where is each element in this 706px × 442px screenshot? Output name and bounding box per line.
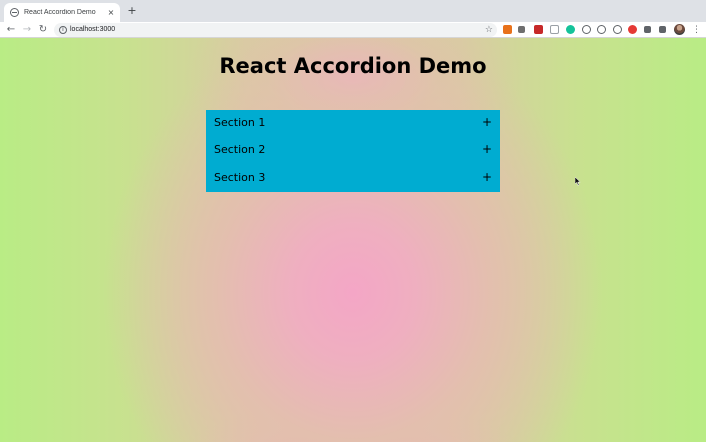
ext-orange-icon[interactable] bbox=[503, 25, 512, 34]
bookmark-star-icon[interactable]: ☆ bbox=[485, 23, 493, 37]
reload-button[interactable]: ↻ bbox=[36, 23, 50, 37]
reading-list-icon[interactable] bbox=[659, 26, 666, 33]
tab-strip: React Accordion Demo × + bbox=[0, 0, 706, 22]
browser-tab[interactable]: React Accordion Demo × bbox=[4, 3, 120, 22]
accordion-section-label: Section 1 bbox=[214, 116, 266, 129]
accordion: Section 1 + Section 2 + Section 3 + bbox=[206, 110, 500, 192]
accordion-section-label: Section 2 bbox=[214, 143, 266, 157]
page-viewport: React Accordion Demo Section 1 + Section… bbox=[0, 38, 706, 442]
new-tab-button[interactable]: + bbox=[126, 5, 138, 17]
browser-menu-icon[interactable]: ⋮ bbox=[692, 23, 701, 37]
accordion-section-label: Section 3 bbox=[214, 170, 266, 184]
expand-plus-icon[interactable]: + bbox=[482, 170, 492, 184]
forward-button[interactable]: → bbox=[20, 23, 34, 37]
url-text[interactable]: localhost:3000 bbox=[70, 24, 115, 36]
page-title: React Accordion Demo bbox=[219, 54, 487, 78]
back-button[interactable]: ← bbox=[4, 23, 18, 37]
address-bar[interactable]: i localhost:3000 ☆ bbox=[54, 23, 497, 37]
accordion-section-3[interactable]: Section 3 + bbox=[206, 165, 500, 192]
mouse-cursor-icon bbox=[575, 177, 581, 186]
accordion-section-2[interactable]: Section 2 + bbox=[206, 137, 500, 164]
puzzle-icon[interactable] bbox=[644, 26, 651, 33]
ext-shield-icon[interactable] bbox=[613, 25, 622, 34]
browser-toolbar: ← → ↻ i localhost:3000 ☆ ⋮ bbox=[0, 22, 706, 38]
close-tab-icon[interactable]: × bbox=[106, 8, 116, 17]
expand-plus-icon[interactable]: + bbox=[482, 115, 492, 129]
ext-check-icon[interactable] bbox=[597, 25, 606, 34]
info-icon[interactable]: i bbox=[59, 26, 67, 34]
ext-red-square-icon[interactable] bbox=[534, 25, 543, 34]
expand-plus-icon[interactable]: + bbox=[482, 142, 492, 156]
accordion-section-1[interactable]: Section 1 + bbox=[206, 110, 500, 137]
ext-hand-icon[interactable] bbox=[518, 26, 525, 33]
ext-gray-icon[interactable] bbox=[550, 25, 559, 34]
ext-green-circle-icon[interactable] bbox=[566, 25, 575, 34]
profile-avatar[interactable] bbox=[674, 24, 685, 35]
ext-circle-icon[interactable] bbox=[582, 25, 591, 34]
globe-icon bbox=[10, 8, 19, 17]
tab-title: React Accordion Demo bbox=[24, 9, 96, 16]
ext-red-icon[interactable] bbox=[628, 25, 637, 34]
